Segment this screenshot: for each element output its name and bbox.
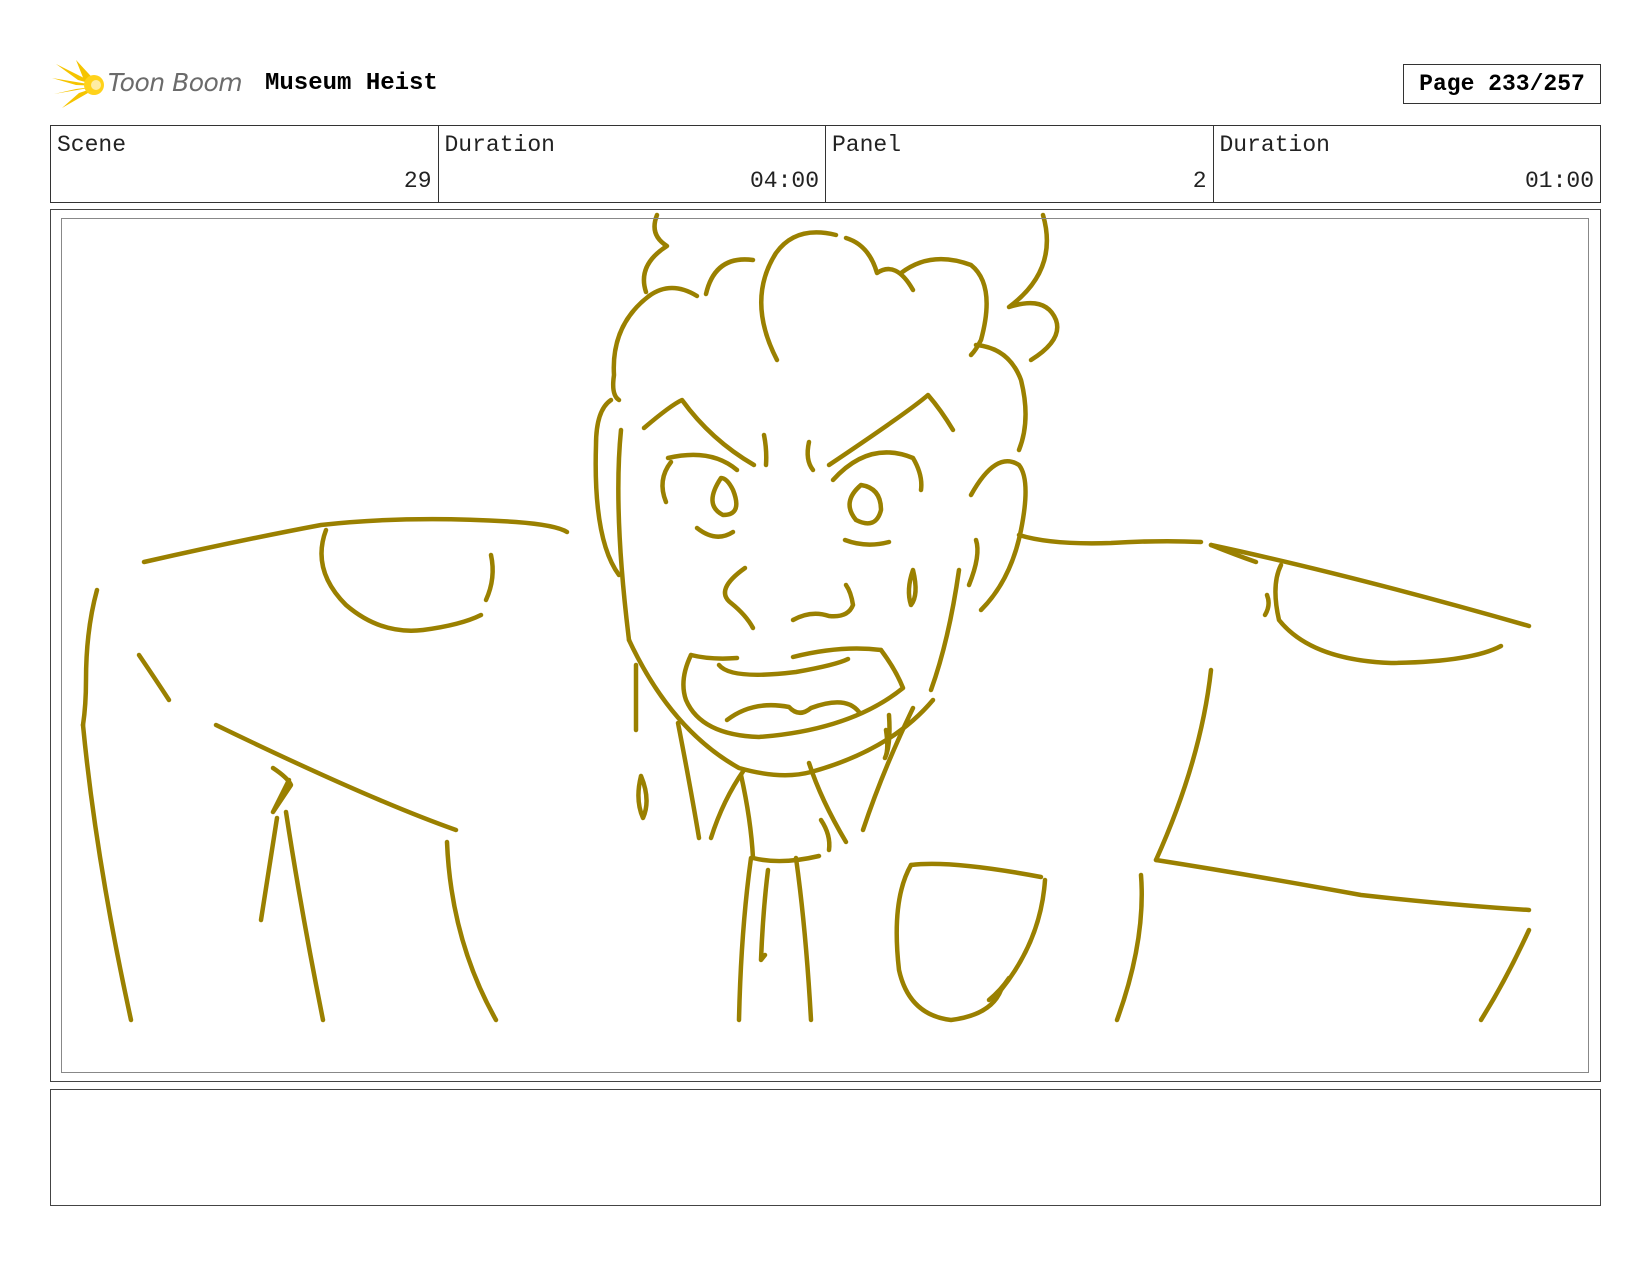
panel-cell: Panel 2 — [826, 126, 1214, 202]
toon-boom-logo: Toon Boom — [52, 56, 252, 112]
panel-value: 2 — [1192, 168, 1207, 194]
scene-value: 29 — [403, 168, 432, 194]
panel-duration-label: Duration — [1219, 132, 1330, 158]
page-indicator: Page 233/257 — [1403, 64, 1601, 104]
scene-duration-value: 04:00 — [749, 168, 819, 194]
project-title: Museum Heist — [265, 70, 438, 97]
scene-cell: Scene 29 — [51, 126, 439, 202]
scene-duration-label: Duration — [444, 132, 555, 158]
logo-text: Toon Boom — [108, 68, 243, 97]
storyboard-panel — [50, 209, 1601, 1082]
panel-duration-cell: Duration 01:00 — [1214, 126, 1601, 202]
scene-label: Scene — [57, 132, 127, 158]
notes-box[interactable] — [50, 1089, 1601, 1206]
scene-info-table: Scene 29 Duration 04:00 Panel 2 Duration… — [50, 125, 1601, 203]
character-sketch — [80, 212, 1532, 1023]
scene-duration-cell: Duration 04:00 — [439, 126, 826, 202]
starburst-icon — [52, 60, 104, 108]
panel-label: Panel — [832, 132, 902, 158]
panel-duration-value: 01:00 — [1524, 168, 1594, 194]
